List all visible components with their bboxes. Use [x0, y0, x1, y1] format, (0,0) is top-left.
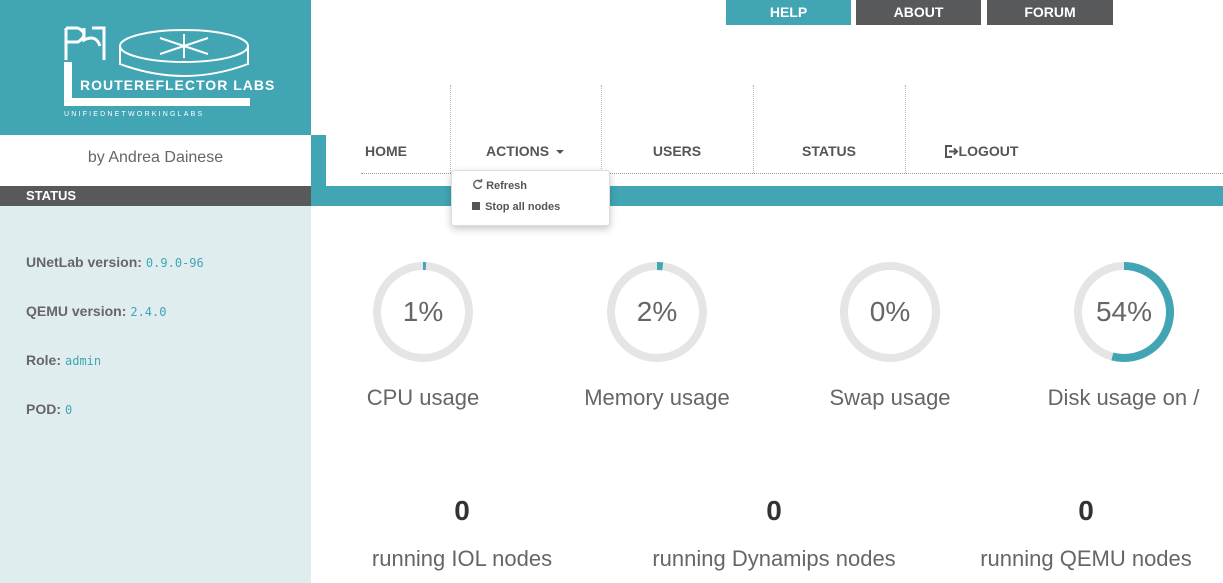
logo-wordmark: ROUTEREFLECTOR LABS	[80, 77, 275, 93]
memory-usage-value: 2%	[636, 296, 678, 327]
disk-usage-value: 54%	[1095, 296, 1153, 327]
qemu-version-row: QEMU version: 2.4.0	[26, 303, 166, 319]
pod-value: 0	[65, 403, 73, 417]
cpu-usage-label: CPU usage	[366, 385, 480, 410]
qemu-version-label: QEMU version:	[26, 303, 127, 319]
menu-item-refresh[interactable]: Refresh	[472, 179, 527, 192]
memory-usage-label: Memory usage	[584, 385, 730, 410]
menu-item-stop-all-nodes[interactable]: Stop all nodes	[472, 201, 560, 213]
help-button[interactable]: HELP	[726, 0, 851, 25]
role-value: admin	[65, 354, 102, 368]
qemu-nodes-count: 0	[1078, 495, 1094, 526]
cpu-usage-gauge: 1%	[371, 260, 475, 364]
nav-divider	[450, 85, 451, 173]
iol-nodes-count: 0	[454, 495, 470, 526]
routereflector-logo: ROUTEREFLECTOR LABS UNIFIEDNETWORKINGLAB…	[64, 26, 275, 118]
disk-usage-label: Disk usage on /	[1047, 385, 1200, 410]
menu-item-refresh-label: Refresh	[486, 180, 528, 192]
cpu-usage-value: 1%	[402, 296, 444, 327]
forum-button[interactable]: FORUM	[987, 0, 1113, 25]
logout-icon	[944, 145, 958, 158]
memory-usage-gauge: 2%	[605, 260, 709, 364]
author-label: by Andrea Dainese	[87, 149, 224, 166]
header-band	[311, 186, 1223, 206]
nav-actions-label: ACTIONS	[486, 143, 550, 159]
caret-down-icon	[555, 150, 564, 155]
swap-usage-gauge: 0%	[838, 260, 942, 364]
pod-row: POD: 0	[26, 401, 72, 417]
iol-nodes-label: running IOL nodes	[371, 546, 553, 571]
nav-logout-label: LOGOUT	[958, 143, 1019, 159]
nav-divider	[753, 85, 754, 173]
unetlab-version-value: 0.9.0-96	[145, 256, 204, 270]
menu-item-stop-all-label: Stop all nodes	[485, 201, 561, 213]
nav-status[interactable]: STATUS	[797, 140, 861, 162]
about-button[interactable]: ABOUT	[856, 0, 981, 25]
nav-actions[interactable]: ACTIONS	[480, 140, 570, 162]
dynamips-nodes-count: 0	[766, 495, 782, 526]
role-row: Role: admin	[26, 352, 101, 368]
qemu-nodes-label: running QEMU nodes	[980, 546, 1192, 571]
stop-icon	[472, 202, 480, 210]
logo-subtitle: UNIFIEDNETWORKINGLABS	[64, 111, 204, 118]
qemu-version-value: 2.4.0	[130, 305, 167, 319]
dynamips-nodes-label: running Dynamips nodes	[652, 546, 896, 571]
unetlab-version-label: UNetLab version:	[26, 254, 142, 270]
swap-usage-value: 0%	[869, 296, 911, 327]
sidebar-status-title: STATUS	[0, 186, 311, 206]
nav-home[interactable]: HOME	[361, 140, 411, 162]
swap-usage-label: Swap usage	[829, 385, 951, 410]
logo-area: ROUTEREFLECTOR LABS UNIFIEDNETWORKINGLAB…	[0, 0, 311, 135]
unetlab-version-row: UNetLab version: 0.9.0-96	[26, 254, 204, 270]
nav-users[interactable]: USERS	[647, 140, 707, 162]
disk-usage-gauge: 54%	[1072, 260, 1176, 364]
nav-logout[interactable]: LOGOUT	[940, 140, 1022, 162]
nav-divider	[601, 85, 602, 173]
header-notch	[311, 135, 326, 186]
role-label: Role:	[26, 352, 61, 368]
nav-divider	[905, 85, 906, 173]
pod-label: POD:	[26, 401, 61, 417]
refresh-icon	[473, 179, 483, 190]
